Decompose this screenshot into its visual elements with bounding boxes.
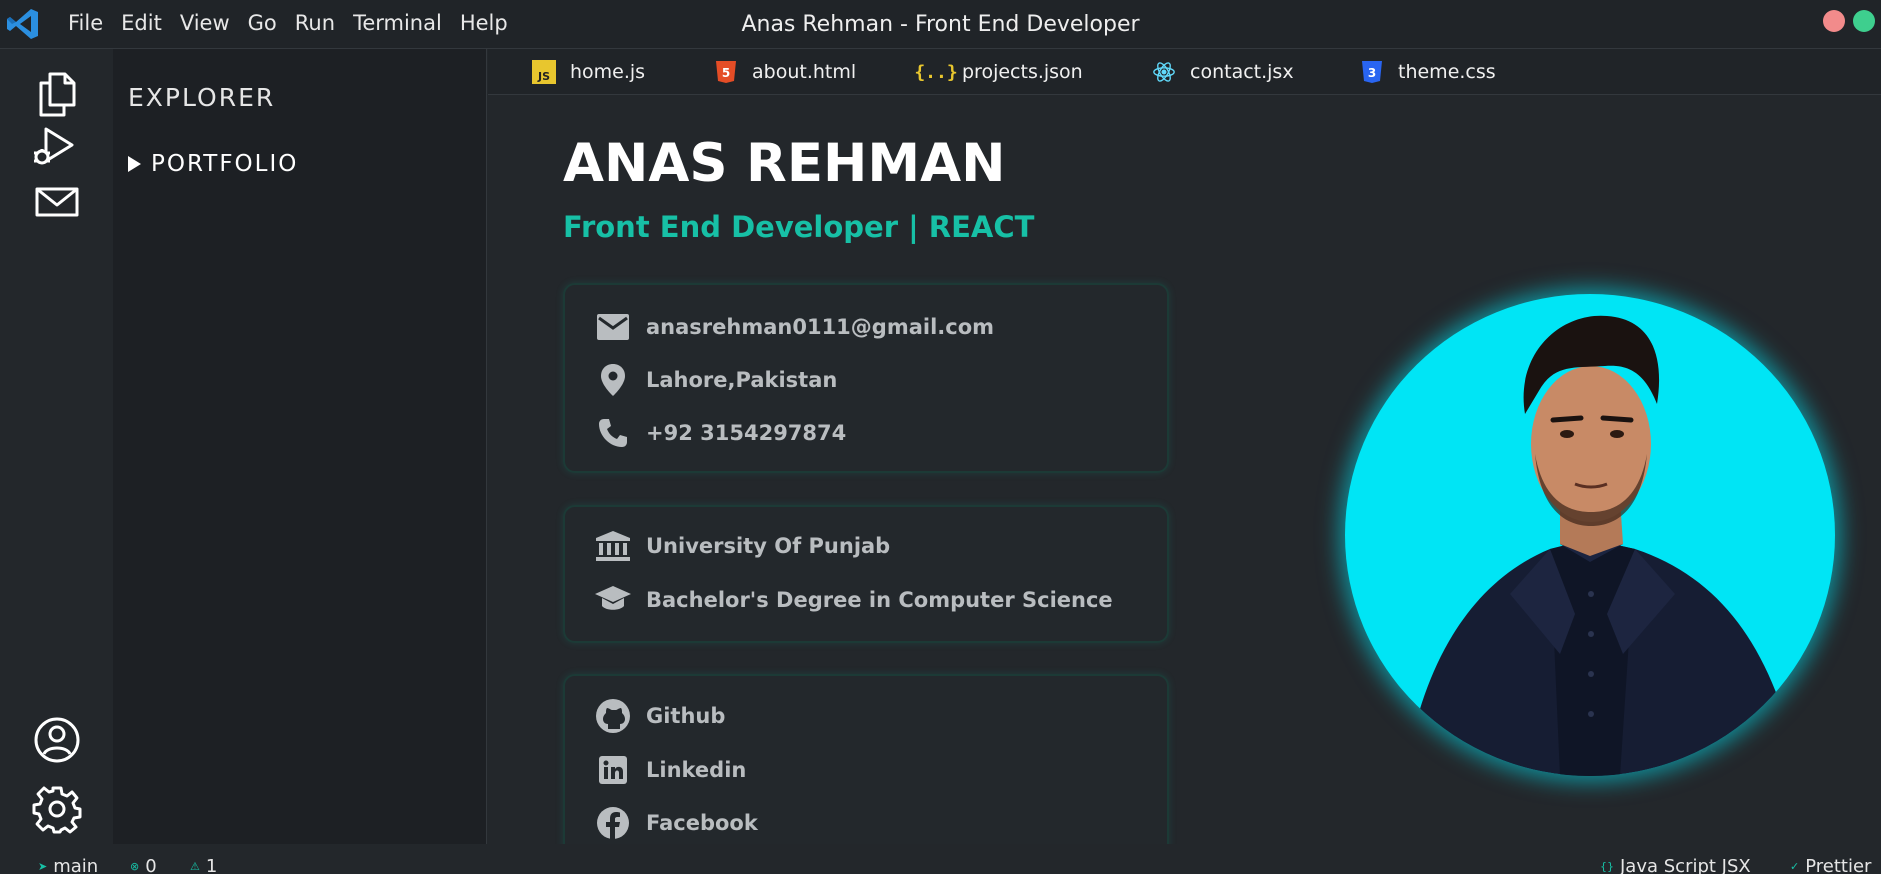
facebook-text: Facebook — [646, 811, 758, 835]
warnings-indicator[interactable]: ⚠ 1 — [190, 856, 217, 874]
check-icon: ✓ — [1790, 860, 1800, 873]
degree-text: Bachelor's Degree in Computer Science — [646, 588, 1113, 612]
send-arrow-icon: ➤ — [38, 860, 48, 873]
education-card: University Of Punjab Bachelor's Degree i… — [563, 505, 1169, 643]
tab-home-js[interactable]: JS home.js — [532, 57, 645, 87]
svg-text:JS: JS — [537, 70, 550, 83]
language-mode[interactable]: {} Java Script JSX — [1600, 856, 1751, 874]
phone-text: +92 3154297874 — [646, 421, 847, 445]
folder-label: PORTFOLIO — [151, 151, 299, 177]
profile-portrait-illustration — [1405, 315, 1800, 776]
contact-card: anasrehman0111@gmail.com Lahore,Pakistan… — [563, 283, 1169, 473]
facebook-link[interactable]: Facebook — [595, 805, 758, 841]
status-bar: ➤ main ⊗ 0 ⚠ 1 {} Java Script JSX ✓ Pret… — [0, 844, 1881, 874]
tab-label: about.html — [752, 61, 857, 83]
errors-indicator[interactable]: ⊗ 0 — [130, 856, 157, 874]
svg-text:5: 5 — [722, 66, 730, 80]
social-card: Github Linkedin Facebook — [563, 674, 1169, 844]
tab-bar: JS home.js 5 about.html {..} projects.js… — [488, 49, 1881, 95]
envelope-icon — [595, 309, 631, 345]
react-icon — [1152, 60, 1176, 84]
formatter-label: Prettier — [1805, 856, 1872, 874]
university-text: University Of Punjab — [646, 534, 891, 558]
location-pin-icon — [595, 362, 631, 398]
warning-triangle-icon: ⚠ — [190, 860, 200, 873]
profile-name: ANAS REHMAN — [563, 133, 1006, 194]
phone-icon — [595, 415, 631, 451]
mail-icon[interactable] — [32, 177, 82, 227]
email-row[interactable]: anasrehman0111@gmail.com — [595, 309, 994, 345]
github-icon — [595, 698, 631, 734]
email-text: anasrehman0111@gmail.com — [646, 315, 995, 339]
tab-label: theme.css — [1398, 61, 1496, 83]
title-bar: File Edit View Go Run Terminal Help Anas… — [0, 0, 1881, 49]
degree-row: Bachelor's Degree in Computer Science — [595, 582, 1113, 618]
tab-label: home.js — [570, 61, 646, 83]
editor-content: ANAS REHMAN Front End Developer | REACT … — [488, 95, 1881, 844]
location-text: Lahore,Pakistan — [646, 368, 838, 392]
files-icon[interactable] — [32, 69, 82, 119]
explorer-sidebar: EXPLORER PORTFOLIO — [113, 49, 487, 844]
run-debug-icon[interactable] — [32, 125, 82, 175]
linkedin-text: Linkedin — [646, 758, 747, 782]
maximize-window-button[interactable] — [1853, 10, 1875, 32]
branch-indicator[interactable]: ➤ main — [38, 856, 98, 874]
svg-text:3: 3 — [1368, 66, 1376, 80]
location-row: Lahore,Pakistan — [595, 362, 837, 398]
github-link[interactable]: Github — [595, 698, 725, 734]
university-row: University Of Punjab — [595, 528, 890, 564]
linkedin-icon — [595, 752, 631, 788]
js-file-icon: JS — [532, 60, 556, 84]
json-braces-icon: {..} — [914, 61, 958, 83]
github-text: Github — [646, 704, 726, 728]
error-circle-icon: ⊗ — [130, 860, 140, 873]
linkedin-link[interactable]: Linkedin — [595, 752, 746, 788]
warnings-count: 1 — [205, 856, 218, 874]
folder-portfolio[interactable]: PORTFOLIO — [128, 151, 298, 177]
branch-name: main — [53, 856, 99, 874]
braces-icon: {} — [1600, 860, 1614, 873]
phone-row[interactable]: +92 3154297874 — [595, 415, 846, 451]
settings-gear-icon[interactable] — [32, 784, 82, 834]
tab-label: contact.jsx — [1190, 61, 1294, 83]
university-building-icon — [595, 528, 631, 564]
css3-icon: 3 — [1360, 60, 1384, 84]
tab-projects-json[interactable]: {..} projects.json — [914, 57, 1083, 87]
facebook-icon — [595, 805, 631, 841]
profile-role: Front End Developer | REACT — [563, 210, 1035, 244]
window-controls — [1823, 10, 1875, 32]
account-icon[interactable] — [32, 715, 82, 765]
caret-right-icon — [128, 156, 141, 172]
tab-about-html[interactable]: 5 about.html — [714, 57, 856, 87]
profile-photo — [1345, 294, 1835, 776]
close-window-button[interactable] — [1823, 10, 1845, 32]
window-title: Anas Rehman - Front End Developer — [741, 12, 1140, 37]
tab-contact-jsx[interactable]: contact.jsx — [1152, 57, 1294, 87]
html5-icon: 5 — [714, 60, 738, 84]
graduation-cap-icon — [595, 582, 631, 618]
explorer-title: EXPLORER — [128, 83, 276, 112]
language-label: Java Script JSX — [1620, 856, 1751, 874]
tab-label: projects.json — [962, 61, 1083, 83]
prettier-indicator[interactable]: ✓ Prettier — [1790, 856, 1871, 874]
errors-count: 0 — [145, 856, 157, 874]
tab-theme-css[interactable]: 3 theme.css — [1360, 57, 1496, 87]
activity-bar — [0, 49, 113, 844]
